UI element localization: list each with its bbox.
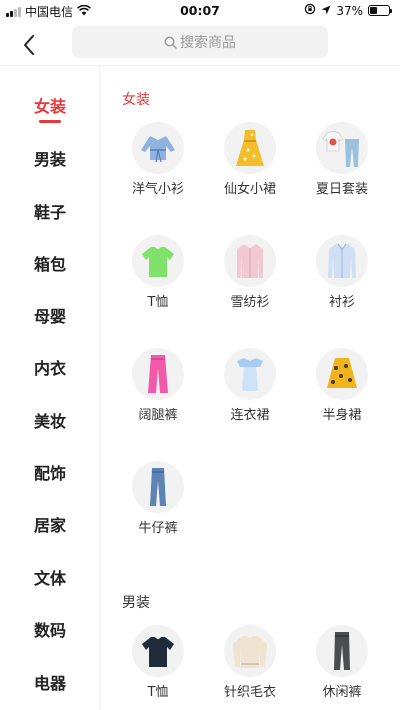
search-input[interactable]: 搜索商品 <box>72 26 328 58</box>
category-item-label: 牛仔裤 <box>138 521 178 536</box>
chevron-left-icon <box>24 35 34 55</box>
sidebar-item-accessories[interactable]: 配饰 <box>0 452 100 492</box>
category-content: 女装 洋气小衫 仙女小裙 夏日套装 T恤 雪纺衫 衬衫 阔腿裤 连衣裙 半身裙 … <box>100 67 400 710</box>
shirt-icon <box>316 235 368 287</box>
section-title-women: 女装 <box>122 92 150 108</box>
category-item-chiffon[interactable]: 雪纺衫 <box>204 235 296 310</box>
category-item-label: 休闲裤 <box>322 685 362 700</box>
category-item-label: 阔腿裤 <box>138 408 178 423</box>
category-item-label: 雪纺衫 <box>230 295 270 310</box>
category-item-summer-set[interactable]: 夏日套装 <box>296 122 388 197</box>
casual-pants-icon <box>316 625 368 677</box>
category-item-sweater[interactable]: 针织毛衣 <box>204 625 296 700</box>
tshirt-icon <box>132 625 184 677</box>
tshirt-icon <box>132 235 184 287</box>
battery-icon <box>368 5 392 16</box>
category-item-men-tshirt[interactable]: T恤 <box>112 625 204 700</box>
sidebar-item-women[interactable]: 女装 <box>0 85 100 125</box>
category-item-label: 连衣裙 <box>230 408 270 423</box>
category-item-label: 半身裙 <box>322 408 362 423</box>
category-item-jeans[interactable]: 牛仔裤 <box>112 461 204 536</box>
sidebar-item-stationery[interactable]: 文体 <box>0 557 100 597</box>
category-item-label: T恤 <box>147 295 169 310</box>
sidebar-item-label: 内衣 <box>33 359 66 378</box>
sidebar-item-label: 鞋子 <box>33 203 66 222</box>
sidebar-item-label: 母婴 <box>33 307 66 326</box>
lock-rotation-icon <box>304 3 316 18</box>
sidebar-item-bags[interactable]: 箱包 <box>0 243 100 283</box>
category-item-label: 仙女小裙 <box>223 182 276 197</box>
category-item-label: 洋气小衫 <box>131 182 184 197</box>
wide-leg-pants-icon <box>132 348 184 400</box>
category-item-label: 针织毛衣 <box>223 685 276 700</box>
sidebar-item-label: 男装 <box>33 150 66 169</box>
dress-icon <box>224 348 276 400</box>
category-item-label: 衬衫 <box>328 295 355 310</box>
category-item-shirt[interactable]: 衬衫 <box>296 235 388 310</box>
sidebar-item-underwear[interactable]: 内衣 <box>0 347 100 387</box>
back-button[interactable] <box>14 30 44 60</box>
category-item-skirt[interactable]: 半身裙 <box>296 348 388 423</box>
sidebar-item-shoes[interactable]: 鞋子 <box>0 191 100 231</box>
category-sidebar: 女装 男装 鞋子 箱包 母婴 内衣 美妆 配饰 居家 文体 数码 电器 <box>0 67 100 710</box>
search-icon <box>164 35 177 49</box>
sidebar-item-label: 女装 <box>33 97 66 116</box>
sidebar-item-label: 配饰 <box>33 464 66 483</box>
sidebar-item-label: 数码 <box>33 621 66 640</box>
category-item-dress[interactable]: 连衣裙 <box>204 348 296 423</box>
summer-set-icon <box>316 122 368 174</box>
sidebar-item-baby[interactable]: 母婴 <box>0 295 100 335</box>
battery-percent: 37% <box>336 3 363 18</box>
wrap-blouse-icon <box>132 122 184 174</box>
floral-dress-icon <box>224 122 276 174</box>
sidebar-item-label: 文体 <box>33 569 66 588</box>
category-item-label: T恤 <box>147 685 169 700</box>
location-icon <box>321 4 331 18</box>
chiffon-shirt-icon <box>224 235 276 287</box>
active-indicator <box>39 120 61 123</box>
search-placeholder: 搜索商品 <box>180 35 236 51</box>
sweater-icon <box>224 625 276 677</box>
status-bar: 中国电信 00:07 37% <box>0 0 400 22</box>
section-title-men: 男装 <box>122 595 150 611</box>
sidebar-item-beauty[interactable]: 美妆 <box>0 400 100 440</box>
skirt-icon <box>316 348 368 400</box>
sidebar-item-men[interactable]: 男装 <box>0 138 100 178</box>
sidebar-item-home[interactable]: 居家 <box>0 504 100 544</box>
sidebar-item-label: 箱包 <box>33 255 66 274</box>
sidebar-item-digital[interactable]: 数码 <box>0 609 100 649</box>
category-item-label: 夏日套装 <box>315 182 368 197</box>
category-item-blouse[interactable]: 洋气小衫 <box>112 122 204 197</box>
sidebar-item-label: 美妆 <box>33 412 66 431</box>
category-item-tshirt[interactable]: T恤 <box>112 235 204 310</box>
sidebar-item-label: 电器 <box>33 674 66 693</box>
jeans-icon <box>132 461 184 513</box>
sidebar-item-appliances[interactable]: 电器 <box>0 662 100 702</box>
category-item-fairy-dress[interactable]: 仙女小裙 <box>204 122 296 197</box>
category-item-wide-leg-pants[interactable]: 阔腿裤 <box>112 348 204 423</box>
sidebar-item-label: 居家 <box>33 516 66 535</box>
category-item-casual-pants[interactable]: 休闲裤 <box>296 625 388 700</box>
nav-bar: 搜索商品 <box>0 22 400 66</box>
